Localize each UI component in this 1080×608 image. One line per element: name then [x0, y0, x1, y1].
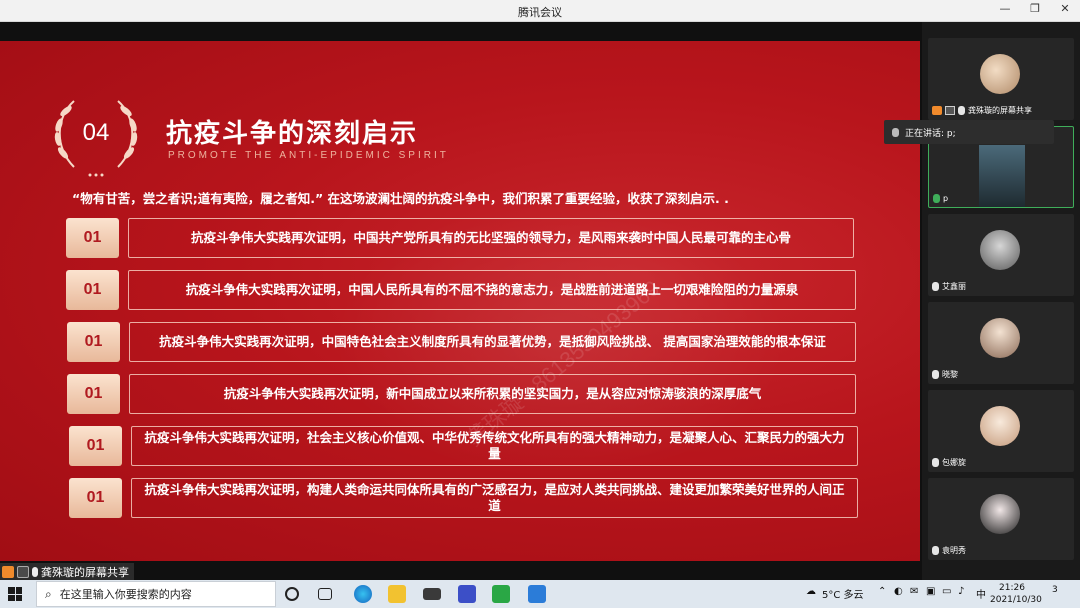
slide-subtitle: PROMOTE THE ANTI-EPIDEMIC SPIRIT: [168, 150, 449, 161]
network-icon[interactable]: ▭: [942, 586, 951, 597]
participant-name: 晓黎: [942, 370, 958, 379]
mic-icon: [32, 566, 38, 577]
participant-name: 袁明秀: [942, 546, 966, 555]
participant-tile[interactable]: 晓黎: [928, 302, 1074, 384]
speaking-indicator: 正在讲话: p;: [884, 120, 1054, 144]
item-text: 抗疫斗争伟大实践再次证明，中国人民所具有的不屈不挠的意志力，是战胜前进道路上一切…: [128, 270, 856, 310]
restore-button[interactable]: ❐: [1028, 2, 1042, 15]
share-label: 龚殊璇的屏幕共享: [41, 565, 129, 579]
item-index: 01: [67, 322, 120, 362]
shared-slide: 04 抗疫斗争的深刻启示 PROMOTE THE ANTI-EPIDEMIC S…: [0, 41, 920, 561]
taskbar-search-box[interactable]: ⌕ 在这里输入你要搜索的内容: [36, 581, 276, 607]
item-index: 01: [69, 426, 122, 466]
tray-app-icon[interactable]: ▣: [926, 586, 935, 597]
wechat-tray-icon[interactable]: ✉: [910, 586, 918, 597]
clock-time: 21:26: [999, 583, 1025, 593]
user-icon: [2, 565, 14, 578]
mic-muted-icon: [932, 458, 939, 467]
item-index: 01: [67, 374, 120, 414]
windows-taskbar: ⌕ 在这里输入你要搜索的内容 ☁ 5°C 多云 ⌃ ◐ ✉ ▣ ▭ ♪ 中 21…: [0, 580, 1080, 608]
app-icon[interactable]: [458, 585, 476, 603]
weather-icon: ☁: [806, 586, 816, 597]
mic-icon: [892, 127, 899, 137]
file-explorer-icon[interactable]: [388, 585, 406, 603]
participant-name: 包娜旋: [942, 458, 966, 467]
avatar: [980, 494, 1020, 534]
mic-icon: [958, 106, 965, 115]
participant-panel: 龚殊璇的屏幕共享 p 艾鑫丽 晓黎 包娜旋 袁明秀: [922, 22, 1080, 580]
clock[interactable]: 21:26 2021/10/30: [990, 582, 1042, 606]
avatar: [980, 318, 1020, 358]
speaking-label: 正在讲话: p;: [905, 128, 956, 139]
search-placeholder: 在这里输入你要搜索的内容: [59, 588, 192, 601]
participant-tile[interactable]: 艾鑫丽: [928, 214, 1074, 296]
mic-muted-icon: [932, 546, 939, 555]
mail-icon[interactable]: [423, 588, 441, 600]
tray-app-icon[interactable]: ◐: [894, 586, 903, 597]
avatar: [980, 230, 1020, 270]
avatar: [980, 406, 1020, 446]
wechat-icon[interactable]: [492, 585, 510, 603]
mic-muted-icon: [932, 282, 939, 291]
clock-date: 2021/10/30: [990, 595, 1042, 605]
chevron-up-icon[interactable]: ⌃: [878, 586, 886, 597]
badge-number: 04: [82, 119, 110, 146]
window-titlebar: 腾讯会议 — ❐ ✕: [0, 0, 1080, 22]
participant-video: [979, 145, 1025, 207]
participant-name: p: [943, 194, 949, 203]
windows-start-icon[interactable]: [8, 587, 22, 601]
edge-icon[interactable]: [354, 585, 372, 603]
participant-name: 龚殊璇的屏幕共享: [968, 106, 1032, 115]
screen-share-stage: 04 抗疫斗争的深刻启示 PROMOTE THE ANTI-EPIDEMIC S…: [0, 22, 922, 580]
screen-share-icon: [945, 106, 955, 115]
item-index: 01: [66, 218, 119, 258]
laurel-badge: 04: [44, 89, 148, 181]
mic-icon: [933, 194, 940, 203]
window-title: 腾讯会议: [518, 6, 562, 19]
participant-tile[interactable]: 龚殊璇的屏幕共享: [928, 38, 1074, 120]
minimize-button[interactable]: —: [998, 2, 1012, 15]
item-text: 抗疫斗争伟大实践再次证明，中国共产党所具有的无比坚强的领导力，是风雨来袭时中国人…: [128, 218, 854, 258]
participant-tile[interactable]: 袁明秀: [928, 478, 1074, 560]
item-text: 抗疫斗争伟大实践再次证明，构建人类命运共同体所具有的广泛感召力，是应对人类共同挑…: [131, 478, 858, 518]
item-index: 01: [69, 478, 122, 518]
avatar: [980, 54, 1020, 94]
weather-text[interactable]: 5°C 多云: [822, 586, 864, 601]
mic-muted-icon: [932, 370, 939, 379]
task-view-icon[interactable]: [318, 588, 332, 600]
ime-indicator[interactable]: 中: [976, 586, 986, 601]
search-icon: ⌕: [45, 586, 52, 601]
slide-quote: “物有甘苦，尝之者识;道有夷险，履之者知.” 在这场波澜壮阔的抗疫斗争中，我们积…: [72, 191, 729, 206]
host-icon: [932, 106, 942, 115]
item-text: 抗疫斗争伟大实践再次证明，中国特色社会主义制度所具有的显著优势，是抵御风险挑战、…: [129, 322, 856, 362]
item-index: 01: [66, 270, 119, 310]
slide-title: 抗疫斗争的深刻启示: [166, 119, 419, 149]
participant-tile[interactable]: 包娜旋: [928, 390, 1074, 472]
notification-count: 3: [1052, 585, 1058, 595]
tencent-meeting-icon[interactable]: [528, 585, 546, 603]
volume-icon[interactable]: ♪: [958, 586, 964, 597]
screen-share-icon: [17, 565, 29, 578]
close-button[interactable]: ✕: [1058, 2, 1072, 15]
participant-name: 艾鑫丽: [942, 282, 966, 291]
screen-share-indicator[interactable]: 龚殊璇的屏幕共享: [0, 563, 134, 580]
cortana-icon[interactable]: [285, 587, 299, 601]
notification-icon[interactable]: 3: [1052, 585, 1068, 601]
